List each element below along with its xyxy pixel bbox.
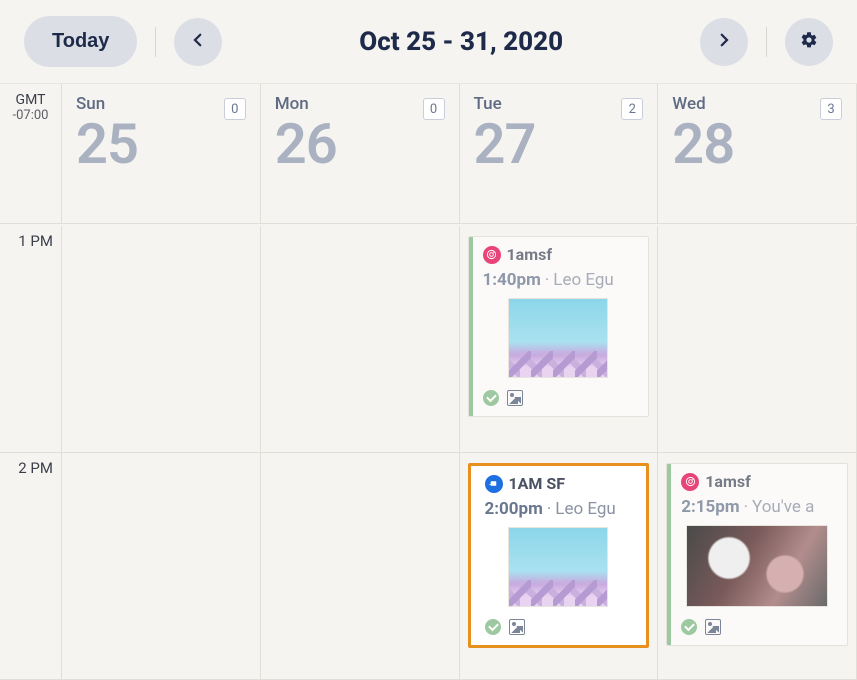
event-stripe <box>469 237 473 416</box>
account-name: 1amsf <box>705 472 751 491</box>
slot-mon-2pm[interactable] <box>261 453 460 680</box>
time-label-1pm: 1 PM <box>0 226 62 453</box>
slot-wed-2pm[interactable]: 1amsf 2:15pm · You've a <box>658 453 857 680</box>
account-name: 1amsf <box>507 245 553 264</box>
gear-icon <box>800 31 818 52</box>
facebook-icon <box>485 475 503 493</box>
event-card[interactable]: 1amsf 1:40pm · Leo Egu <box>468 236 650 417</box>
event-time: 2:00pm <box>485 499 543 519</box>
toolbar: Today Oct 25 - 31, 2020 <box>0 0 857 84</box>
day-number: 27 <box>474 116 644 172</box>
timezone-offset: -07:00 <box>6 108 55 123</box>
day-number: 26 <box>275 116 445 172</box>
post-count-badge: 0 <box>423 98 445 120</box>
event-card[interactable]: 1amsf 2:15pm · You've a <box>666 463 848 646</box>
day-header-sun[interactable]: Sun 25 0 <box>62 84 261 224</box>
event-thumbnail <box>686 525 828 607</box>
divider <box>155 27 156 57</box>
separator: · <box>545 270 549 290</box>
day-number: 28 <box>672 116 842 172</box>
post-count-badge: 2 <box>621 98 643 120</box>
event-card-selected[interactable]: 1AM SF 2:00pm · Leo Egu <box>468 463 650 648</box>
slot-sun-1pm[interactable] <box>62 226 261 453</box>
instagram-icon <box>681 473 699 491</box>
event-time: 1:40pm <box>483 270 541 290</box>
status-ok-icon <box>483 390 499 406</box>
settings-button[interactable] <box>785 18 833 66</box>
instagram-icon <box>483 246 501 264</box>
separator: · <box>744 497 748 517</box>
account-name: 1AM SF <box>509 474 566 493</box>
post-count-badge: 3 <box>820 98 842 120</box>
prev-week-button[interactable] <box>174 18 222 66</box>
timezone-cell: GMT -07:00 <box>0 84 62 224</box>
event-thumbnail <box>508 527 608 607</box>
event-stripe <box>667 464 671 645</box>
day-header-tue[interactable]: Tue 27 2 <box>460 84 659 224</box>
image-icon <box>705 619 721 635</box>
chevron-right-icon <box>715 31 733 52</box>
separator: · <box>547 499 551 519</box>
calendar-grid: GMT -07:00 Sun 25 0 Mon 26 0 Tue 27 2 We… <box>0 84 857 680</box>
slot-mon-1pm[interactable] <box>261 226 460 453</box>
slot-sun-2pm[interactable] <box>62 453 261 680</box>
date-range-title: Oct 25 - 31, 2020 <box>248 27 674 57</box>
event-time: 2:15pm <box>681 497 739 517</box>
event-text: Leo Egu <box>555 499 616 519</box>
day-number: 25 <box>76 116 246 172</box>
status-ok-icon <box>681 619 697 635</box>
slot-tue-1pm[interactable]: 1amsf 1:40pm · Leo Egu <box>460 226 659 453</box>
divider <box>766 27 767 57</box>
slot-tue-2pm[interactable]: 1AM SF 2:00pm · Leo Egu <box>460 453 659 680</box>
today-button[interactable]: Today <box>24 16 137 67</box>
event-text: Leo Egu <box>553 270 614 290</box>
chevron-left-icon <box>189 31 207 52</box>
slot-wed-1pm[interactable] <box>658 226 857 453</box>
event-thumbnail <box>508 298 608 378</box>
post-count-badge: 0 <box>224 98 246 120</box>
image-icon <box>507 390 523 406</box>
day-header-wed[interactable]: Wed 28 3 <box>658 84 857 224</box>
image-icon <box>509 619 525 635</box>
status-ok-icon <box>485 619 501 635</box>
time-label-2pm: 2 PM <box>0 453 62 680</box>
next-week-button[interactable] <box>700 18 748 66</box>
event-text: You've a <box>752 497 814 517</box>
timezone-label: GMT <box>6 92 55 108</box>
day-header-mon[interactable]: Mon 26 0 <box>261 84 460 224</box>
